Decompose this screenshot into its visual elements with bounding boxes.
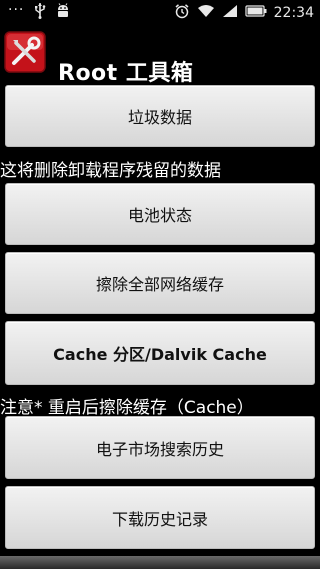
market-search-history-button[interactable]: 电子市场搜索历史 — [5, 416, 315, 479]
status-bar-right: 22:34 — [174, 0, 314, 25]
wifi-icon — [197, 4, 215, 22]
app-title: Root 工具箱 — [58, 61, 194, 86]
market-search-history-button-label: 电子市场搜索历史 — [95, 439, 224, 459]
download-history-button[interactable]: 下载历史记录 — [5, 486, 315, 549]
overflow-dots-icon: ··· — [8, 1, 25, 18]
clear-network-cache-button[interactable]: 擦除全部网络缓存 — [5, 252, 315, 314]
battery-icon — [245, 4, 267, 21]
clear-network-cache-button-label: 擦除全部网络缓存 — [95, 275, 224, 294]
android-debug-icon — [56, 2, 70, 23]
status-bar-left: ··· — [0, 1, 70, 23]
alarm-icon — [174, 3, 190, 23]
cache-reboot-note: 注意* 重启后擦除缓存（Cache） — [0, 398, 254, 418]
download-history-button-label: 下载历史记录 — [111, 509, 208, 529]
battery-status-button-label: 电池状态 — [127, 206, 192, 225]
junk-data-button-label: 垃圾数据 — [127, 108, 192, 127]
battery-status-button[interactable]: 电池状态 — [5, 183, 315, 245]
usb-icon — [34, 2, 46, 23]
junk-data-button[interactable]: 垃圾数据 — [5, 85, 315, 147]
tools-icon — [4, 31, 46, 73]
dalvik-cache-button[interactable]: Cache 分区/Dalvik Cache — [5, 321, 315, 385]
clock-time: 22:34 — [273, 4, 314, 21]
title-bar: Root 工具箱 — [0, 25, 320, 86]
junk-data-note: 这将删除卸载程序残留的数据 — [0, 161, 221, 181]
next-button-edge[interactable] — [0, 556, 320, 569]
dalvik-cache-button-label: Cache 分区/Dalvik Cache — [53, 345, 267, 364]
status-bar: ··· 22:34 — [0, 0, 320, 25]
signal-icon — [222, 4, 238, 22]
